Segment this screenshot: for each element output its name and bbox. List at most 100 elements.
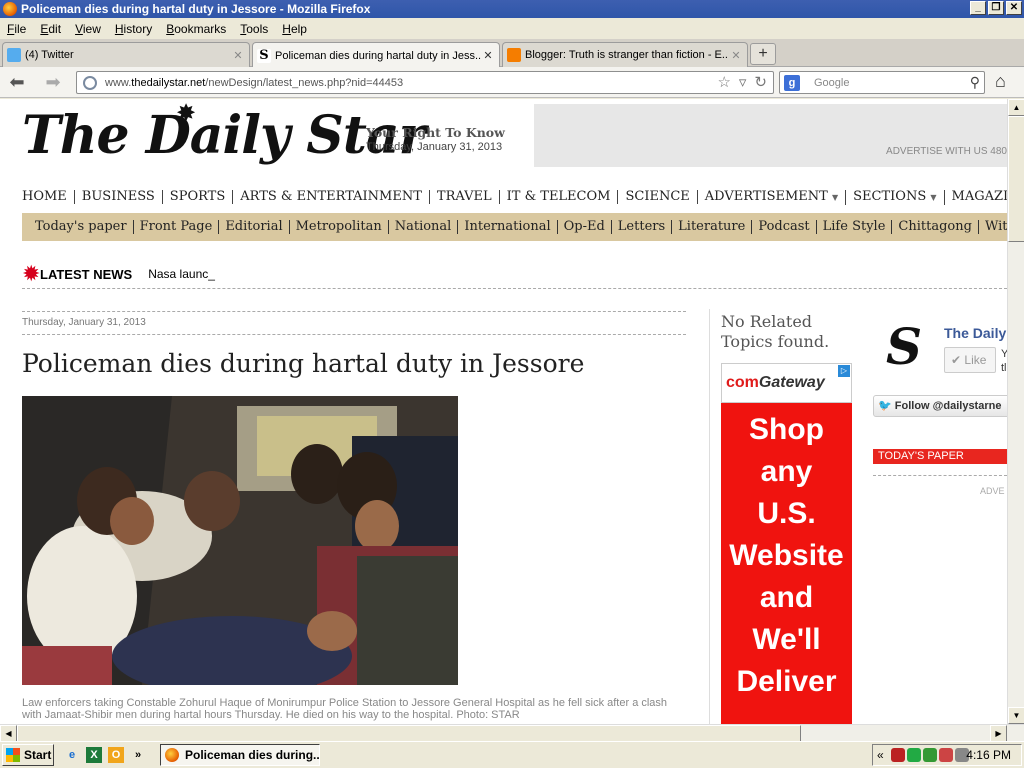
search-input[interactable]: Google (814, 77, 849, 89)
messenger-icon[interactable] (923, 748, 937, 762)
tray-expand-icon[interactable]: « (877, 748, 884, 762)
subnav-chittagong[interactable]: Chittagong (892, 220, 979, 234)
google-icon[interactable]: g (784, 74, 800, 91)
nav-magazines[interactable]: MAGAZINES ▼ (945, 189, 1007, 205)
nav-business[interactable]: BUSINESS (75, 190, 163, 204)
subnav-international[interactable]: International (458, 220, 558, 234)
divider (22, 311, 686, 312)
title-bar: Policeman dies during hartal duty in Jes… (0, 0, 1024, 18)
adchoices-icon[interactable]: ▷ (838, 365, 850, 377)
back-icon[interactable]: ⬅ (6, 72, 28, 94)
ad-copy: Shop any U.S. Website and We'll Deliver (729, 413, 844, 698)
menu-bookmarks[interactable]: Bookmarks (159, 22, 233, 36)
bookmark-star-icon[interactable]: ☆ (717, 73, 730, 91)
subnav-todays-paper[interactable]: Today's paper (22, 220, 134, 234)
site-logo[interactable]: The Daily Star (22, 105, 426, 166)
tab-label: Blogger: Truth is stranger than fiction … (525, 49, 729, 61)
scroll-thumb[interactable] (1008, 116, 1024, 242)
scroll-down-icon[interactable]: ▼ (1008, 707, 1024, 724)
column-divider (709, 309, 710, 724)
globe-icon (83, 75, 97, 90)
menu-tools[interactable]: Tools (233, 22, 275, 36)
quick-launch: e X O » (64, 747, 146, 763)
dropdown-arrow-icon[interactable]: ▿ (739, 73, 747, 91)
search-bar[interactable]: g Google ⚲ (779, 71, 985, 94)
close-tab-icon[interactable]: ✕ (231, 49, 245, 62)
advertise-text: ADVERTISE WITH US 480 (886, 146, 1007, 157)
nav-advertisement[interactable]: ADVERTISEMENT ▼ (698, 189, 847, 205)
article-photo (22, 396, 458, 685)
sidebar-ad[interactable]: com Gateway ▷ Shop any U.S. Website and W… (721, 363, 852, 724)
latest-news-bar: ✹ LATEST NEWS Nasa launc_ (22, 261, 1007, 287)
url-bar[interactable]: www.thedailystar.net/newDesign/latest_ne… (76, 71, 774, 94)
shield-icon[interactable] (891, 748, 905, 762)
like-button[interactable]: ✔ Like (944, 347, 996, 373)
horizontal-scrollbar[interactable]: ◀ ▶ (0, 724, 1024, 742)
new-tab-button[interactable]: + (750, 43, 776, 65)
taskbar-firefox-task[interactable]: Policeman dies during... (160, 744, 320, 766)
subnav-witness[interactable]: Witness (979, 220, 1007, 234)
menu-edit[interactable]: Edit (33, 22, 68, 36)
start-button[interactable]: Start (2, 744, 54, 766)
fb-page-name[interactable]: The Daily (944, 325, 1006, 341)
scroll-right-icon[interactable]: ▶ (990, 725, 1007, 742)
advertisement-label: ADVE (980, 486, 1005, 496)
home-icon[interactable]: ⌂ (995, 71, 1006, 92)
close-tab-icon[interactable]: ✕ (729, 49, 743, 62)
firefox-icon (165, 748, 179, 762)
minimize-button[interactable]: _ (970, 1, 986, 15)
network-icon[interactable] (907, 748, 921, 762)
scroll-thumb[interactable] (17, 725, 801, 742)
outlook-icon[interactable]: O (108, 747, 124, 763)
nav-it-telecom[interactable]: IT & TELECOM (500, 190, 619, 204)
nav-home[interactable]: HOME (22, 190, 75, 204)
url-text[interactable]: www.thedailystar.net/newDesign/latest_ne… (105, 77, 403, 89)
scroll-left-icon[interactable]: ◀ (0, 725, 17, 742)
blogger-icon (507, 48, 521, 62)
tab-twitter[interactable]: (4) Twitter ✕ (2, 42, 250, 67)
menu-history[interactable]: History (108, 22, 159, 36)
close-tab-icon[interactable]: ✕ (481, 49, 495, 62)
tab-daily-star[interactable]: S Policeman dies during hartal duty in J… (252, 42, 500, 68)
divider (22, 288, 1007, 289)
search-icon[interactable]: ⚲ (970, 74, 980, 91)
subnav-metropolitan[interactable]: Metropolitan (290, 220, 389, 234)
todays-paper-header[interactable]: TODAY'S PAPER (873, 449, 1007, 464)
vertical-scrollbar[interactable]: ▲ ▼ (1007, 99, 1024, 724)
security-icon[interactable] (939, 748, 953, 762)
nav-sports[interactable]: SPORTS (163, 190, 234, 204)
menu-help[interactable]: Help (275, 22, 314, 36)
forward-icon[interactable]: ➡ (42, 72, 64, 94)
subnav-national[interactable]: National (389, 220, 459, 234)
nav-sections[interactable]: SECTIONS ▼ (846, 189, 945, 205)
more-icon[interactable]: » (130, 747, 146, 763)
subnav-front-page[interactable]: Front Page (134, 220, 220, 234)
no-related-topics: No Related Topics found. (721, 312, 830, 351)
subnav-literature[interactable]: Literature (672, 220, 753, 234)
top-ad-banner[interactable]: ADVERTISE WITH US 480 (534, 104, 1007, 167)
close-button[interactable]: ✕ (1006, 1, 1022, 15)
subnav-letters[interactable]: Letters (612, 220, 673, 234)
chevron-down-icon: ▼ (831, 192, 839, 202)
tab-label: (4) Twitter (25, 49, 74, 61)
subnav-life-style[interactable]: Life Style (817, 220, 893, 234)
tab-blogger[interactable]: Blogger: Truth is stranger than fiction … (502, 42, 748, 67)
nav-travel[interactable]: TRAVEL (430, 190, 500, 204)
scroll-up-icon[interactable]: ▲ (1008, 99, 1024, 116)
nav-arts-entertainment[interactable]: ARTS & ENTERTAINMENT (233, 190, 430, 204)
menu-view[interactable]: View (68, 22, 108, 36)
nav-science[interactable]: SCIENCE (618, 190, 698, 204)
menu-file[interactable]: File (0, 22, 33, 36)
twitter-follow-button[interactable]: 🐦 Follow @dailystarne (873, 395, 1007, 417)
subnav-op-ed[interactable]: Op-Ed (558, 220, 612, 234)
restore-button[interactable]: ❐ (988, 1, 1004, 15)
subnav-editorial[interactable]: Editorial (219, 220, 290, 234)
system-tray: « 4:16 PM (872, 744, 1022, 766)
subnav-podcast[interactable]: Podcast (752, 220, 817, 234)
reload-icon[interactable]: ↻ (754, 73, 767, 91)
news-ticker[interactable]: Nasa launc_ (148, 267, 215, 281)
excel-icon[interactable]: X (86, 747, 102, 763)
window-title: Policeman dies during hartal duty in Jes… (21, 2, 371, 16)
internet-explorer-icon[interactable]: e (64, 747, 80, 763)
twitter-icon (7, 48, 21, 62)
